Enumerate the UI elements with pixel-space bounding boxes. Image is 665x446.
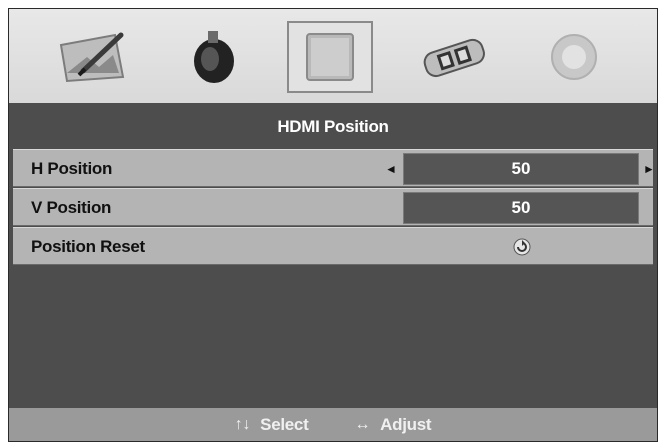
help-bar: ↑↓ Select ↔ Adjust (9, 408, 657, 441)
v-position-row[interactable]: V Position 50 (13, 188, 653, 226)
position-reset-row[interactable]: Position Reset (13, 227, 653, 265)
select-hint-label: Select (260, 414, 309, 434)
left-right-arrows-icon: ↔ (354, 415, 371, 433)
h-position-row[interactable]: H Position ◄ 50 ► (13, 149, 655, 188)
tab-sound[interactable] (171, 21, 257, 93)
h-position-label: H Position (31, 159, 113, 178)
select-hint: ↑↓ Select (235, 415, 309, 435)
tab-position[interactable] (287, 21, 373, 93)
reset-icon[interactable] (513, 238, 531, 256)
tab-picture[interactable] (49, 21, 135, 93)
adjust-hint-label: Adjust (380, 414, 432, 434)
h-position-value[interactable]: 50 (403, 153, 639, 185)
decrease-arrow-icon[interactable]: ◄ (385, 150, 397, 188)
increase-arrow-icon[interactable]: ► (643, 150, 655, 188)
tab-setup[interactable] (411, 21, 497, 93)
v-position-value[interactable]: 50 (403, 192, 639, 224)
menu-title: HDMI Position (277, 117, 389, 136)
v-position-label: V Position (31, 198, 112, 217)
picture-icon (59, 32, 125, 83)
osd-menu: HDMI Position H Position ◄ 50 ► V Positi… (8, 8, 658, 442)
adjust-hint: ↔ Adjust (354, 415, 431, 435)
option-icon (551, 34, 597, 80)
screen-position-icon (306, 33, 354, 81)
up-down-arrows-icon: ↑↓ (234, 415, 251, 433)
position-reset-label: Position Reset (31, 237, 145, 256)
tab-option[interactable] (531, 21, 617, 93)
menu-icon-bar (9, 9, 657, 103)
sound-icon (194, 31, 234, 83)
setup-icon (423, 38, 485, 78)
